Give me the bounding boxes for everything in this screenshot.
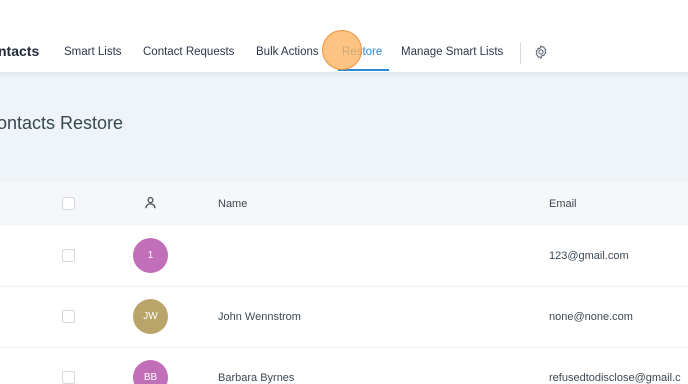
person-icon [145, 197, 156, 209]
tab-contact-requests[interactable]: Contact Requests [143, 46, 234, 58]
row-checkbox[interactable] [62, 310, 75, 323]
row-checkbox[interactable] [62, 371, 75, 384]
gear-icon[interactable] [533, 44, 549, 60]
select-all-checkbox[interactable] [62, 197, 75, 210]
contact-name[interactable]: Barbara Byrnes [218, 372, 294, 384]
nav-divider [520, 42, 521, 64]
column-header-email[interactable]: Email [549, 198, 577, 210]
row-divider [0, 347, 688, 348]
table-header [0, 182, 688, 226]
contact-email: refusedtodisclose@gmail.c [549, 372, 681, 384]
avatar: JW [133, 299, 168, 334]
avatar: BB [133, 360, 168, 384]
page-title: ontacts Restore [0, 113, 124, 133]
contact-name[interactable]: John Wennstrom [218, 311, 301, 323]
contact-email: none@none.com [549, 311, 633, 323]
section-title: ntacts [0, 43, 40, 59]
tab-bulk-actions[interactable]: Bulk Actions [256, 46, 319, 58]
column-header-name[interactable]: Name [218, 198, 247, 210]
contact-email: 123@gmail.com [549, 250, 629, 262]
avatar: 1 [133, 238, 168, 273]
tab-manage-smart-lists[interactable]: Manage Smart Lists [401, 46, 503, 58]
row-checkbox[interactable] [62, 249, 75, 262]
contacts-restore-page: ntacts Smart Lists Contact Requests Bulk… [0, 0, 688, 384]
row-divider [0, 286, 688, 287]
tab-smart-lists[interactable]: Smart Lists [64, 46, 122, 58]
click-marker [322, 30, 362, 70]
